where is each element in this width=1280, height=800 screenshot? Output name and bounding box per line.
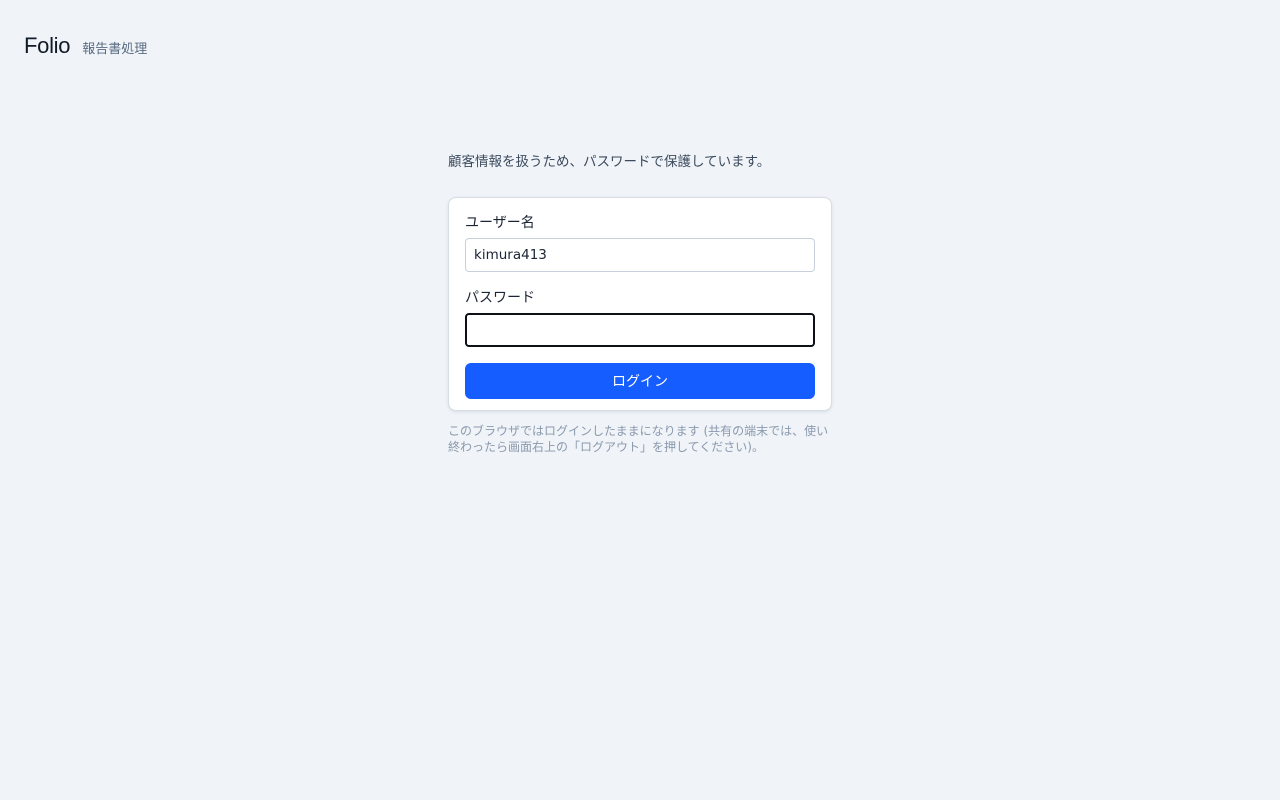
username-input[interactable] (465, 238, 815, 272)
password-input[interactable] (465, 313, 815, 347)
app-subtitle: 報告書処理 (82, 42, 148, 57)
username-label: ユーザー名 (465, 215, 535, 231)
protection-notice: 顧客情報を扱うため、パスワードで保護しています。 (448, 154, 771, 170)
app-header: Folio 報告書処理 (24, 33, 147, 59)
login-section: 顧客情報を扱うため、パスワードで保護しています。 ユーザー名 パスワード ログイ… (448, 152, 832, 467)
password-label: パスワード (465, 290, 535, 306)
brand-logo: Folio (24, 33, 71, 58)
login-button[interactable]: ログイン (465, 363, 815, 399)
session-footnote: このブラウザではログインしたままになります (共有の端末では、使い終わったら画面… (448, 424, 829, 454)
login-form: ユーザー名 パスワード ログイン (448, 197, 832, 411)
